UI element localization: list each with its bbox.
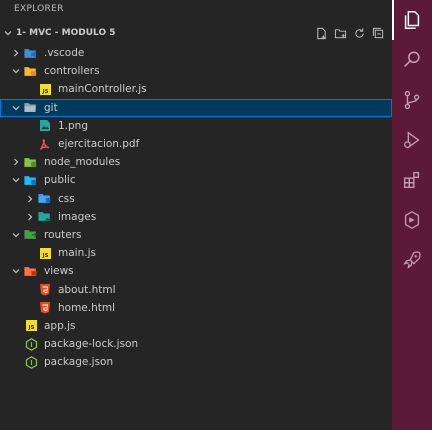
tree-item-label: home.html bbox=[58, 301, 116, 314]
new-folder-icon[interactable] bbox=[333, 24, 348, 42]
collapse-all-icon[interactable] bbox=[371, 24, 386, 42]
public-folder-icon bbox=[24, 173, 38, 187]
tree-folder-row[interactable]: git bbox=[0, 98, 392, 117]
tree-folder-row[interactable]: controllers bbox=[0, 62, 392, 80]
chevron-down-icon[interactable] bbox=[8, 263, 24, 279]
tree-item-label: public bbox=[44, 174, 76, 187]
tree-folder-row[interactable]: public bbox=[0, 171, 392, 189]
tree-file-row[interactable]: package-lock.json bbox=[0, 335, 392, 353]
tree-folder-row[interactable]: views bbox=[0, 262, 392, 280]
chevron-down-icon bbox=[0, 25, 16, 41]
run-debug-icon[interactable] bbox=[392, 120, 432, 160]
tree-file-row[interactable]: JS main.js bbox=[0, 244, 392, 262]
images-folder-icon bbox=[38, 210, 52, 224]
tree-folder-row[interactable]: routers bbox=[0, 226, 392, 244]
tree-file-row[interactable]: JS app.js bbox=[0, 317, 392, 335]
new-file-icon[interactable] bbox=[314, 24, 329, 42]
tree-file-row[interactable]: home.html bbox=[0, 299, 392, 317]
tree-item-label: package-lock.json bbox=[44, 338, 139, 351]
image-file-icon bbox=[38, 119, 52, 133]
tree-item-label: about.html bbox=[58, 283, 116, 296]
tree-item-label: node_modules bbox=[44, 156, 121, 169]
tree-file-row[interactable]: about.html bbox=[0, 280, 392, 298]
chevron-right-icon[interactable] bbox=[22, 209, 38, 225]
refresh-icon[interactable] bbox=[352, 24, 367, 42]
remote-explorer-icon[interactable] bbox=[392, 200, 432, 240]
controllers-folder-icon bbox=[24, 64, 38, 78]
tree-item-label: git bbox=[44, 101, 58, 114]
chevron-down-icon[interactable] bbox=[8, 227, 24, 243]
explorer-panel: EXPLORER 1- MVC - MODULO 5 .vscode contro… bbox=[0, 0, 392, 430]
tree-item-label: 1.png bbox=[58, 119, 89, 132]
js-file-icon: JS bbox=[24, 319, 38, 333]
svg-text:JS: JS bbox=[41, 253, 48, 259]
tree-folder-row[interactable]: .vscode bbox=[0, 44, 392, 62]
tree-item-label: routers bbox=[44, 228, 82, 241]
tree-item-label: css bbox=[58, 192, 75, 205]
tree-item-label: images bbox=[58, 210, 97, 223]
html-file-icon bbox=[38, 301, 52, 315]
workspace-header[interactable]: 1- MVC - MODULO 5 bbox=[0, 22, 392, 44]
tree-file-row[interactable]: package.json bbox=[0, 353, 392, 371]
tree-file-row[interactable]: 1.png bbox=[0, 117, 392, 135]
svg-text:JS: JS bbox=[27, 325, 34, 331]
chevron-right-icon[interactable] bbox=[8, 154, 24, 170]
nodejs-file-icon bbox=[24, 355, 38, 369]
tree-item-label: views bbox=[44, 265, 74, 278]
search-icon[interactable] bbox=[392, 40, 432, 80]
tree-item-label: main.js bbox=[58, 247, 96, 260]
tree-item-label: ejercitacion.pdf bbox=[58, 138, 140, 151]
rocket-icon[interactable] bbox=[392, 240, 432, 280]
workspace-name: 1- MVC - MODULO 5 bbox=[16, 28, 116, 38]
tree-folder-row[interactable]: node_modules bbox=[0, 153, 392, 171]
tree-file-row[interactable]: JS mainController.js bbox=[0, 80, 392, 98]
tree-item-label: .vscode bbox=[44, 47, 85, 60]
chevron-right-icon[interactable] bbox=[8, 45, 24, 61]
tree-item-label: controllers bbox=[44, 65, 100, 78]
source-control-icon[interactable] bbox=[392, 80, 432, 120]
file-tree: .vscode controllers JS mainController.js git… bbox=[0, 44, 392, 371]
tree-item-label: mainController.js bbox=[58, 83, 147, 96]
vscode-folder-icon bbox=[24, 46, 38, 60]
svg-text:JS: JS bbox=[41, 89, 48, 95]
explorer-actions bbox=[314, 24, 386, 42]
js-file-icon: JS bbox=[38, 246, 52, 260]
chevron-down-icon[interactable] bbox=[8, 100, 24, 116]
views-folder-icon bbox=[24, 264, 38, 278]
folder-icon bbox=[24, 101, 38, 115]
js-file-icon: JS bbox=[38, 82, 52, 96]
pdf-file-icon bbox=[38, 137, 52, 151]
node-modules-folder-icon bbox=[24, 155, 38, 169]
chevron-right-icon[interactable] bbox=[22, 191, 38, 207]
tree-file-row[interactable]: ejercitacion.pdf bbox=[0, 135, 392, 153]
nodejs-file-icon bbox=[24, 337, 38, 351]
chevron-down-icon[interactable] bbox=[8, 172, 24, 188]
css-folder-icon bbox=[38, 192, 52, 206]
explorer-icon[interactable] bbox=[392, 0, 432, 40]
chevron-down-icon[interactable] bbox=[8, 63, 24, 79]
tree-folder-row[interactable]: images bbox=[0, 208, 392, 226]
activity-bar bbox=[392, 0, 432, 430]
extensions-icon[interactable] bbox=[392, 160, 432, 200]
routers-folder-icon bbox=[24, 228, 38, 242]
tree-folder-row[interactable]: css bbox=[0, 190, 392, 208]
explorer-title: EXPLORER bbox=[14, 4, 64, 14]
tree-item-label: app.js bbox=[44, 319, 76, 332]
tree-item-label: package.json bbox=[44, 356, 114, 369]
html-file-icon bbox=[38, 283, 52, 297]
